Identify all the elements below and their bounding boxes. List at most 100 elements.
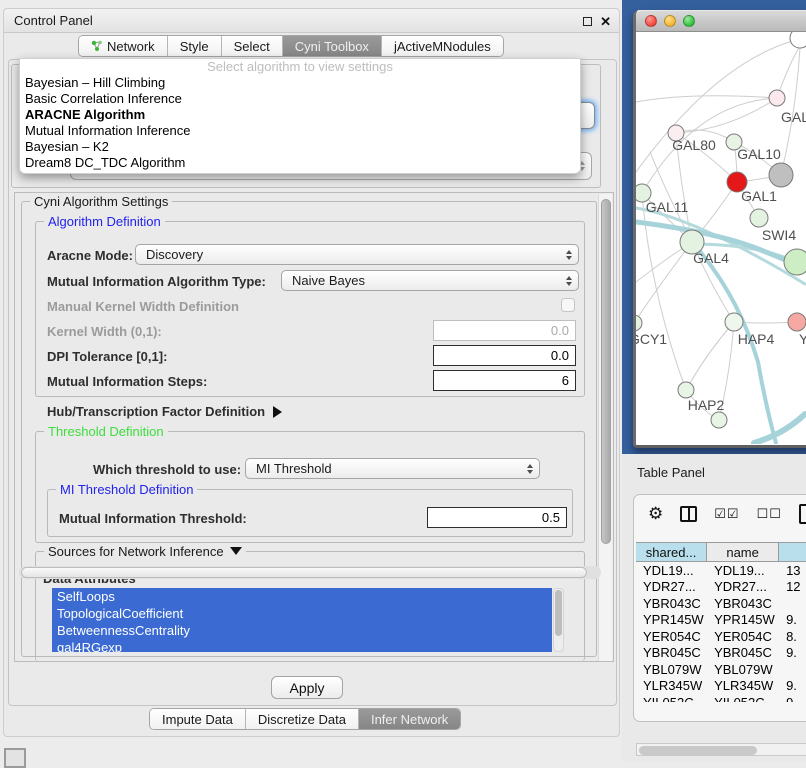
table-row[interactable]: YBR045CYBR045C9. xyxy=(636,645,806,662)
tab-label: Discretize Data xyxy=(258,712,346,727)
network-node[interactable] xyxy=(636,315,642,331)
network-node[interactable] xyxy=(769,90,785,106)
tab-label: Impute Data xyxy=(162,712,233,727)
table-row[interactable]: YDR27...YDR27...12 xyxy=(636,579,806,596)
mi-steps-input[interactable]: 6 xyxy=(433,370,576,391)
attributes-scrollbar[interactable] xyxy=(553,588,564,652)
network-window-titlebar[interactable] xyxy=(636,10,806,32)
algorithm-option[interactable]: Bayesian – K2 xyxy=(20,139,580,155)
table-header-row[interactable]: shared...name xyxy=(636,542,806,562)
table-cell: YLR345W xyxy=(707,678,779,693)
attribute-list-item[interactable]: TopologicalCoefficient xyxy=(52,605,552,622)
hub-definition-toggle[interactable]: Hub/Transcription Factor Definition xyxy=(47,404,282,419)
table-row[interactable]: YER054CYER054C8. xyxy=(636,628,806,645)
close-traffic-light[interactable] xyxy=(645,15,657,27)
table-row[interactable]: YBL079WYBL079W xyxy=(636,661,806,678)
network-node[interactable] xyxy=(788,313,806,331)
page-icon[interactable] xyxy=(799,504,806,524)
tab-label: Network xyxy=(107,39,155,54)
network-node-label: GAL xyxy=(781,109,806,125)
table-column-header[interactable]: name xyxy=(707,543,779,561)
desktop-background: GALGAL80GAL10GAL1GAL11SWI4GAL4GCY1HAP4YH… xyxy=(622,0,806,762)
mi-type-combobox[interactable]: Naive Bayes xyxy=(281,270,579,291)
expanded-arrow-icon xyxy=(230,547,242,555)
algorithm-option[interactable]: Mutual Information Inference xyxy=(20,123,580,139)
algorithm-option[interactable]: Dream8 DC_TDC Algorithm xyxy=(20,155,580,171)
tab-style[interactable]: Style xyxy=(168,36,222,56)
network-edge[interactable] xyxy=(754,414,805,443)
dpi-tolerance-label: DPI Tolerance [0,1]: xyxy=(47,349,167,364)
minimize-traffic-light[interactable] xyxy=(664,15,676,27)
cyni-bottom-tabs: Impute Data Discretize Data Infer Network xyxy=(149,708,461,730)
algorithm-option[interactable]: Basic Correlation Inference xyxy=(20,91,580,107)
attribute-list-item[interactable]: BetweennessCentrality xyxy=(52,622,552,639)
network-edge[interactable] xyxy=(676,98,777,133)
table-column-header[interactable] xyxy=(779,543,806,561)
scrollbar-thumb[interactable] xyxy=(601,199,611,544)
tab-select[interactable]: Select xyxy=(222,36,283,56)
network-node[interactable] xyxy=(678,382,694,398)
bottom-corner-button[interactable] xyxy=(4,748,26,768)
network-node[interactable] xyxy=(769,163,793,187)
table-horizontal-scrollbar[interactable] xyxy=(636,743,806,756)
table-row[interactable]: YPR145WYPR145W9. xyxy=(636,612,806,629)
network-node[interactable] xyxy=(750,209,768,227)
aracne-mode-combobox[interactable]: Discovery xyxy=(135,244,579,265)
algorithm-option[interactable]: ARACNE Algorithm xyxy=(20,107,580,123)
attribute-list-item[interactable]: gal4RGexp xyxy=(52,639,552,652)
checked-boxes-icon[interactable]: ☑☑ xyxy=(714,506,739,522)
table-toolbar: ⚙ ☑☑ ☐☐ xyxy=(634,495,806,532)
network-edge[interactable] xyxy=(636,242,692,323)
tab-label: jActiveMNodules xyxy=(394,39,491,54)
tab-label: Style xyxy=(180,39,209,54)
network-node[interactable] xyxy=(725,313,743,331)
algorithm-dropdown-popup: Select algorithm to view settings Bayesi… xyxy=(19,58,581,174)
stepper-icon xyxy=(527,464,533,474)
scrollbar-thumb[interactable] xyxy=(21,567,587,578)
mi-threshold-input[interactable]: 0.5 xyxy=(427,507,567,528)
sources-group-title[interactable]: Sources for Network Inference xyxy=(44,544,246,559)
kernel-width-input[interactable]: 0.0 xyxy=(433,320,576,341)
table-column-header[interactable]: shared... xyxy=(636,543,707,561)
tab-jactivemnodules[interactable]: jActiveMNodules xyxy=(382,36,503,56)
close-icon[interactable]: ✕ xyxy=(600,15,611,28)
zoom-traffic-light[interactable] xyxy=(683,15,695,27)
table-row[interactable]: YLR345WYLR345W9. xyxy=(636,678,806,695)
network-node[interactable] xyxy=(790,32,806,48)
table-row[interactable]: YIL052CYIL052C9 xyxy=(636,694,806,702)
algorithm-option[interactable]: Bayesian – Hill Climbing xyxy=(20,75,580,91)
apply-button[interactable]: Apply xyxy=(271,676,343,699)
tab-impute-data[interactable]: Impute Data xyxy=(150,709,246,729)
float-icon[interactable] xyxy=(583,17,592,26)
unchecked-boxes-icon[interactable]: ☐☐ xyxy=(757,506,782,522)
cyni-settings-scrollpane: Cyni Algorithm Settings Algorithm Defini… xyxy=(14,192,614,662)
table-row[interactable]: YDL19...YDL19...13 xyxy=(636,562,806,579)
dpi-tolerance-input[interactable]: 0.0 xyxy=(433,345,576,366)
control-panel-titlebar[interactable]: Control Panel ✕ xyxy=(4,9,619,33)
tab-network[interactable]: Network xyxy=(79,36,168,56)
settings-horizontal-scrollbar[interactable] xyxy=(19,566,601,579)
mi-threshold-label: Mutual Information Threshold: xyxy=(59,511,247,526)
network-node[interactable] xyxy=(784,249,806,275)
columns-icon[interactable] xyxy=(680,506,697,522)
network-canvas[interactable]: GALGAL80GAL10GAL1GAL11SWI4GAL4GCY1HAP4YH… xyxy=(636,32,806,444)
manual-kernel-checkbox[interactable] xyxy=(561,298,575,312)
settings-vertical-scrollbar[interactable] xyxy=(598,194,612,662)
node-table[interactable]: shared...name YDL19...YDL19...13YDR27...… xyxy=(636,542,806,702)
stepper-icon xyxy=(566,276,572,286)
gear-icon[interactable]: ⚙ xyxy=(648,504,663,524)
algorithm-definition-title: Algorithm Definition xyxy=(44,214,165,229)
tab-infer-network[interactable]: Infer Network xyxy=(359,709,460,729)
table-row[interactable]: YBR043CYBR043C xyxy=(636,595,806,612)
network-node[interactable] xyxy=(711,412,727,428)
attribute-list-item[interactable]: SelfLoops xyxy=(52,588,552,605)
data-attributes-list[interactable]: SelfLoopsTopologicalCoefficientBetweenne… xyxy=(52,588,552,652)
table-cell: 13 xyxy=(779,563,806,578)
table-cell: YIL052C xyxy=(636,695,707,702)
which-threshold-combobox[interactable]: MI Threshold xyxy=(245,458,540,479)
scrollbar-thumb[interactable] xyxy=(639,746,757,755)
tab-cyni-toolbox[interactable]: Cyni Toolbox xyxy=(283,36,382,56)
mi-threshold-value: 0.5 xyxy=(542,510,560,525)
tab-discretize-data[interactable]: Discretize Data xyxy=(246,709,359,729)
network-node-label: GAL10 xyxy=(737,146,781,162)
